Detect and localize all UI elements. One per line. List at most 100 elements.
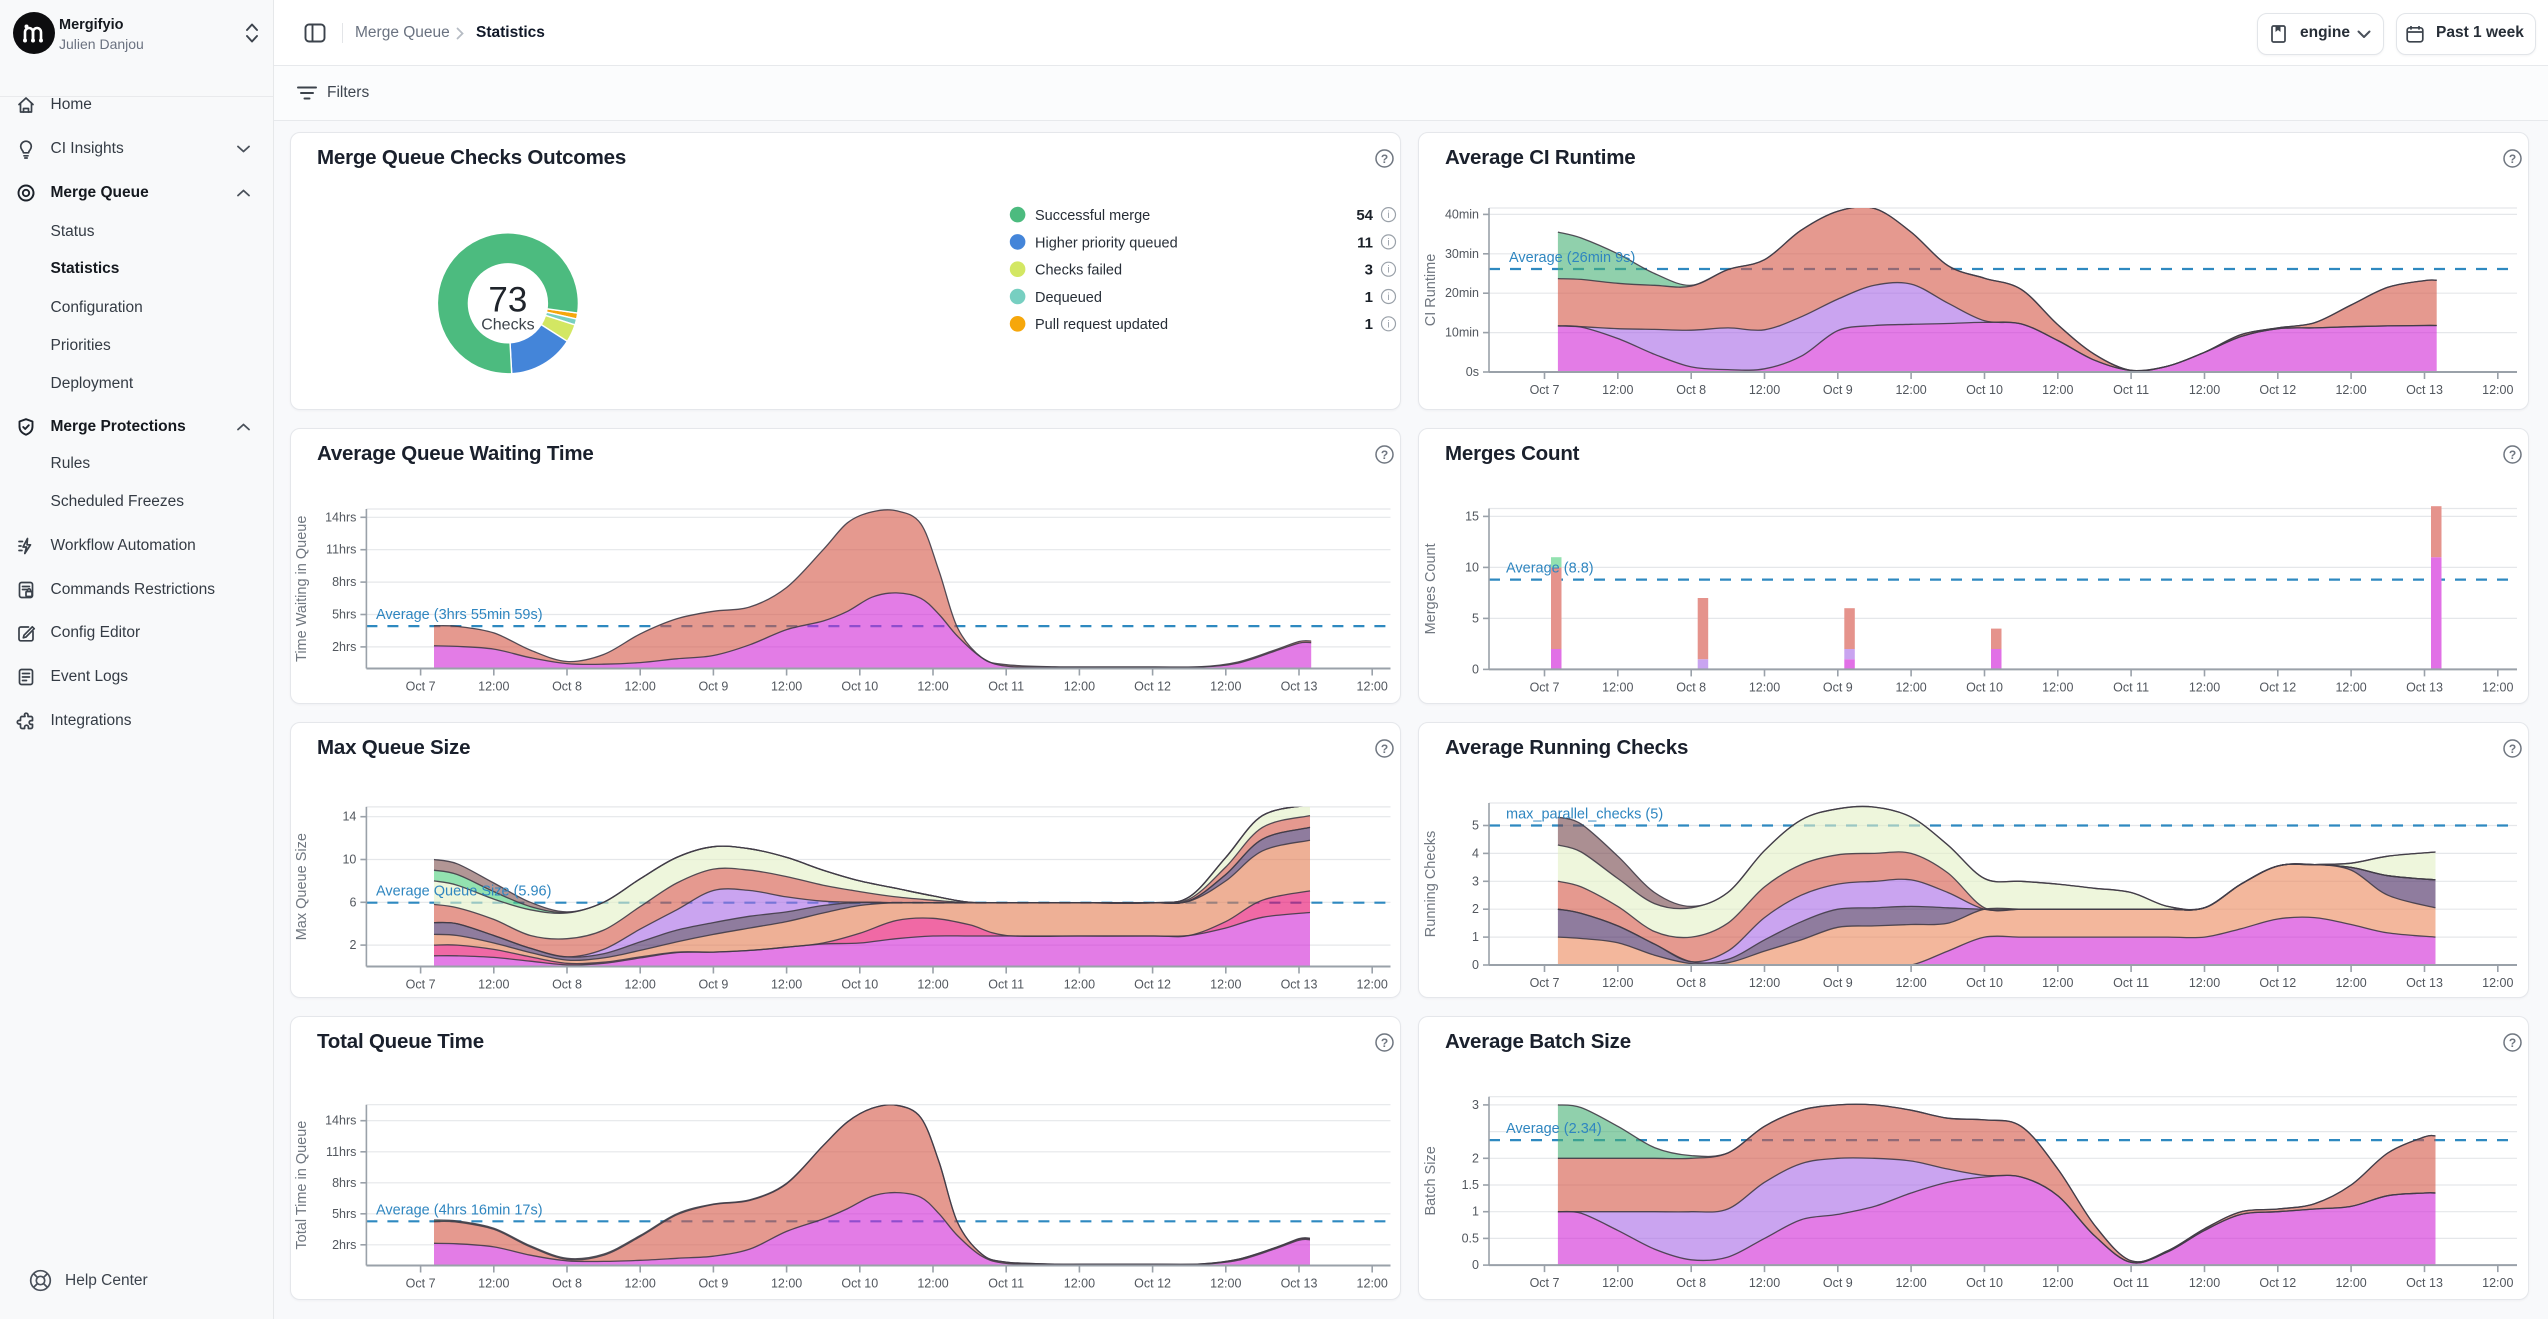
svg-text:Oct 11: Oct 11: [2113, 976, 2149, 990]
svg-text:12:00: 12:00: [2335, 680, 2366, 694]
svg-text:6: 6: [349, 895, 356, 909]
svg-text:12:00: 12:00: [625, 978, 656, 992]
svg-text:Oct 12: Oct 12: [2259, 383, 2296, 397]
svg-text:Running Checks: Running Checks: [1423, 831, 1439, 937]
svg-text:4: 4: [1472, 846, 1479, 860]
svg-text:Oct 13: Oct 13: [1281, 680, 1318, 694]
svg-text:12:00: 12:00: [1895, 680, 1926, 694]
svg-text:Oct 12: Oct 12: [2259, 976, 2296, 990]
svg-text:i: i: [1387, 319, 1389, 330]
svg-text:Oct 12: Oct 12: [2259, 1276, 2296, 1290]
svg-text:1: 1: [1472, 930, 1479, 944]
svg-text:8hrs: 8hrs: [332, 575, 356, 589]
svg-text:Oct 11: Oct 11: [988, 978, 1024, 992]
svg-text:12:00: 12:00: [1357, 680, 1388, 694]
svg-text:12:00: 12:00: [478, 680, 509, 694]
svg-text:12:00: 12:00: [2189, 680, 2220, 694]
svg-text:?: ?: [1381, 742, 1388, 756]
svg-text:0: 0: [1472, 1258, 1479, 1272]
svg-text:12:00: 12:00: [771, 1277, 802, 1291]
svg-text:Merges Count: Merges Count: [1423, 543, 1439, 634]
svg-text:12:00: 12:00: [1064, 978, 1095, 992]
svg-text:Average Queue Size (5.96): Average Queue Size (5.96): [376, 884, 551, 900]
svg-text:10: 10: [1465, 560, 1479, 574]
svg-text:Oct 8: Oct 8: [552, 978, 582, 992]
svg-text:12:00: 12:00: [625, 1277, 656, 1291]
svg-text:10min: 10min: [1445, 326, 1479, 340]
svg-text:12:00: 12:00: [2335, 976, 2366, 990]
svg-text:12:00: 12:00: [478, 1277, 509, 1291]
svg-text:Oct 10: Oct 10: [1966, 383, 2003, 397]
svg-text:12:00: 12:00: [917, 1277, 948, 1291]
svg-text:Oct 12: Oct 12: [1134, 978, 1171, 992]
svg-text:0.5: 0.5: [1462, 1231, 1479, 1245]
svg-text:Time Waiting in Queue: Time Waiting in Queue: [294, 516, 310, 662]
svg-text:12:00: 12:00: [1210, 680, 1241, 694]
svg-text:12:00: 12:00: [2042, 383, 2073, 397]
svg-text:12:00: 12:00: [917, 978, 948, 992]
svg-text:i: i: [1387, 210, 1389, 221]
svg-text:?: ?: [2509, 152, 2516, 166]
svg-text:1.5: 1.5: [1462, 1178, 1479, 1192]
svg-text:Oct 12: Oct 12: [1134, 680, 1171, 694]
svg-text:0: 0: [1472, 662, 1479, 676]
svg-text:12:00: 12:00: [2482, 383, 2513, 397]
svg-text:14hrs: 14hrs: [325, 510, 356, 524]
svg-text:12:00: 12:00: [1749, 383, 1780, 397]
svg-text:1: 1: [1472, 1205, 1479, 1219]
svg-text:Oct 8: Oct 8: [1676, 383, 1706, 397]
svg-text:?: ?: [2509, 1036, 2516, 1050]
svg-text:2hrs: 2hrs: [332, 1238, 356, 1252]
svg-text:5: 5: [1472, 819, 1479, 833]
svg-text:Oct 11: Oct 11: [2113, 680, 2149, 694]
svg-text:20min: 20min: [1445, 286, 1479, 300]
svg-text:Checks: Checks: [481, 316, 534, 333]
svg-text:1: 1: [1365, 289, 1373, 306]
svg-text:2: 2: [1472, 1151, 1479, 1165]
svg-text:12:00: 12:00: [1895, 1276, 1926, 1290]
svg-text:12:00: 12:00: [2482, 1276, 2513, 1290]
svg-text:12:00: 12:00: [1210, 1277, 1241, 1291]
svg-text:Oct 13: Oct 13: [1281, 978, 1318, 992]
svg-text:12:00: 12:00: [2482, 976, 2513, 990]
svg-text:Oct 7: Oct 7: [1530, 680, 1560, 694]
svg-text:12:00: 12:00: [2189, 976, 2220, 990]
svg-text:12:00: 12:00: [1357, 1277, 1388, 1291]
svg-text:?: ?: [2509, 448, 2516, 462]
svg-text:15: 15: [1465, 509, 1479, 523]
svg-text:Oct 9: Oct 9: [1823, 976, 1853, 990]
svg-text:11hrs: 11hrs: [326, 543, 356, 557]
svg-text:12:00: 12:00: [2335, 1276, 2366, 1290]
svg-text:12:00: 12:00: [1749, 680, 1780, 694]
svg-text:Oct 8: Oct 8: [1676, 976, 1706, 990]
svg-text:12:00: 12:00: [2482, 680, 2513, 694]
svg-text:Oct 8: Oct 8: [552, 1277, 582, 1291]
svg-text:Oct 10: Oct 10: [841, 680, 878, 694]
svg-text:Oct 10: Oct 10: [1966, 1276, 2003, 1290]
svg-text:12:00: 12:00: [2042, 680, 2073, 694]
svg-text:12:00: 12:00: [1895, 383, 1926, 397]
svg-text:12:00: 12:00: [1602, 680, 1633, 694]
svg-text:Average (4hrs 16min 17s): Average (4hrs 16min 17s): [376, 1202, 543, 1218]
svg-text:Oct 9: Oct 9: [1823, 680, 1853, 694]
svg-text:12:00: 12:00: [1749, 976, 1780, 990]
svg-text:12:00: 12:00: [1210, 978, 1241, 992]
svg-text:5hrs: 5hrs: [332, 1207, 356, 1221]
svg-text:2: 2: [1472, 902, 1479, 916]
svg-text:Max Queue Size: Max Queue Size: [294, 833, 310, 940]
svg-text:12:00: 12:00: [625, 680, 656, 694]
svg-text:Successful merge: Successful merge: [1035, 208, 1150, 224]
svg-text:3: 3: [1365, 262, 1373, 279]
svg-text:Oct 7: Oct 7: [1530, 976, 1560, 990]
svg-text:i: i: [1387, 292, 1389, 303]
svg-text:10: 10: [342, 853, 356, 867]
svg-text:Oct 10: Oct 10: [1966, 976, 2003, 990]
svg-text:Oct 7: Oct 7: [1530, 383, 1560, 397]
svg-text:Oct 7: Oct 7: [406, 1277, 436, 1291]
svg-text:8hrs: 8hrs: [332, 1176, 356, 1190]
svg-text:Oct 9: Oct 9: [1823, 383, 1853, 397]
svg-text:12:00: 12:00: [1602, 383, 1633, 397]
svg-text:5: 5: [1472, 611, 1479, 625]
svg-text:Average (8.8): Average (8.8): [1506, 561, 1594, 577]
svg-text:12:00: 12:00: [2042, 976, 2073, 990]
